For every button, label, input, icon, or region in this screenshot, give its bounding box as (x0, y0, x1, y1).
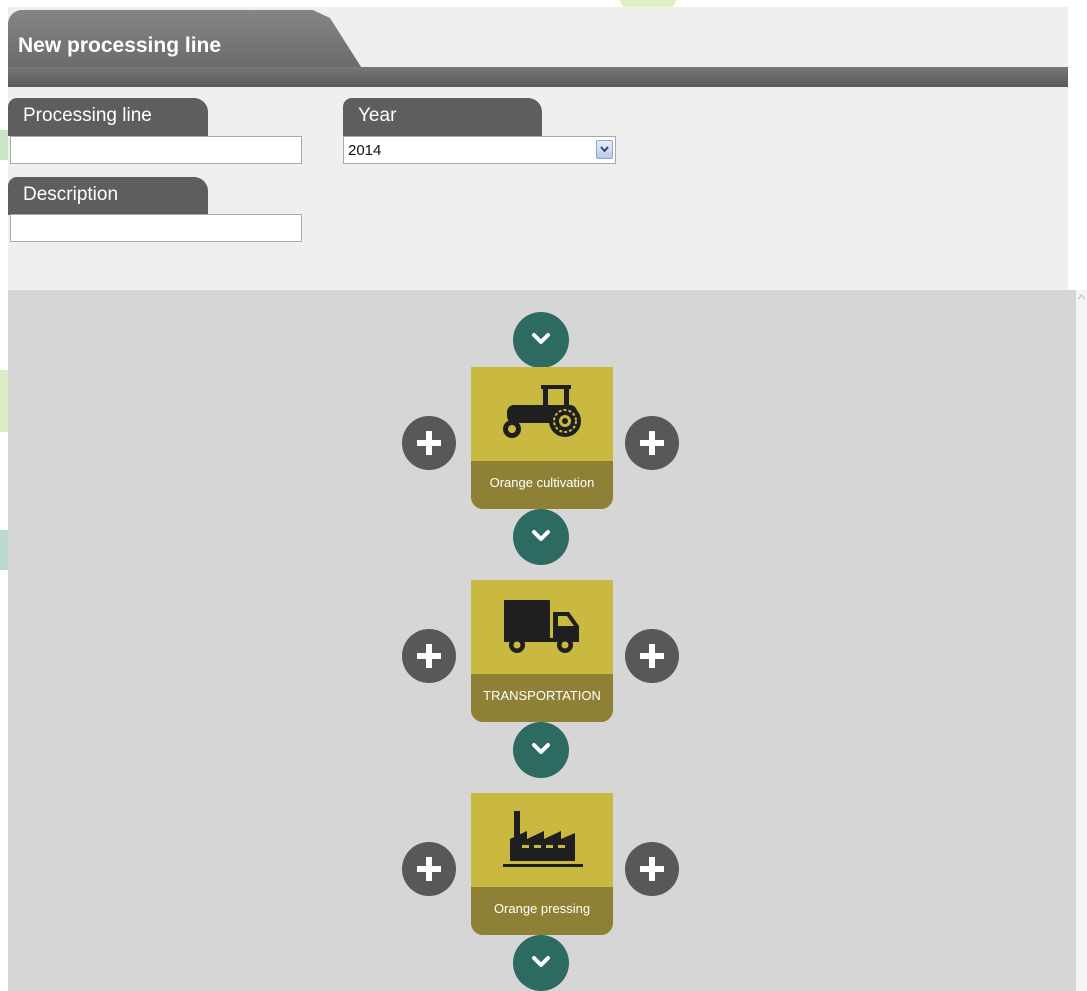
year-label: Year (358, 105, 397, 126)
chevron-down-icon (532, 956, 550, 967)
process-step-card[interactable]: Orange cultivation (471, 367, 613, 509)
add-step-left-button[interactable] (402, 842, 456, 896)
step-label-bar: Orange pressing (471, 887, 613, 935)
plus-icon (640, 644, 664, 668)
plus-icon (417, 644, 441, 668)
step-label-bar: TRANSPORTATION (471, 674, 613, 722)
add-step-right-button[interactable] (625, 842, 679, 896)
page: New processing line Processing line Year… (0, 0, 1087, 991)
add-step-right-button[interactable] (625, 629, 679, 683)
process-step-card[interactable]: TRANSPORTATION (471, 580, 613, 722)
header-bar (8, 67, 1068, 87)
add-step-left-button[interactable] (402, 416, 456, 470)
processing-line-label-tab: Processing line (8, 98, 208, 136)
plus-icon (640, 857, 664, 881)
step-label: Orange cultivation (489, 475, 595, 490)
process-step-card[interactable]: Orange pressing (471, 793, 613, 935)
description-input[interactable] (10, 214, 302, 242)
add-step-left-button[interactable] (402, 629, 456, 683)
year-select[interactable]: 2014 (343, 136, 616, 164)
chevron-down-icon (532, 530, 550, 541)
vertical-scrollbar[interactable] (1076, 290, 1087, 991)
process-canvas: Orange cultivation TRANSPORTATION Orange… (8, 290, 1076, 991)
plus-icon (640, 431, 664, 455)
step-label: TRANSPORTATION (483, 688, 601, 703)
plus-icon (417, 431, 441, 455)
scroll-up-icon[interactable] (1078, 294, 1085, 300)
step-icon (471, 367, 613, 461)
plus-icon (417, 857, 441, 881)
step-label-bar: Orange cultivation (471, 461, 613, 509)
description-label-tab: Description (8, 177, 208, 215)
dropdown-button[interactable] (596, 140, 613, 159)
chevron-down-icon (600, 146, 609, 153)
connector-expand-button[interactable] (513, 722, 569, 778)
chevron-down-icon (532, 743, 550, 754)
processing-line-form: New processing line Processing line Year… (8, 7, 1068, 290)
processing-line-input[interactable] (10, 136, 302, 164)
connector-expand-button[interactable] (513, 312, 569, 368)
tractor-icon (503, 385, 581, 438)
description-label: Description (23, 184, 119, 205)
factory-icon (503, 811, 583, 867)
step-label: Orange pressing (493, 901, 591, 916)
year-selected-value: 2014 (348, 142, 382, 159)
chevron-down-icon (532, 333, 550, 344)
step-icon (471, 793, 613, 887)
step-icon (471, 580, 613, 674)
add-step-right-button[interactable] (625, 416, 679, 470)
connector-expand-button[interactable] (513, 509, 569, 565)
processing-line-label: Processing line (23, 105, 152, 126)
truck-icon (504, 600, 579, 653)
year-label-tab: Year (343, 98, 542, 136)
page-title: New processing line (18, 34, 222, 57)
connector-expand-button[interactable] (513, 935, 569, 991)
